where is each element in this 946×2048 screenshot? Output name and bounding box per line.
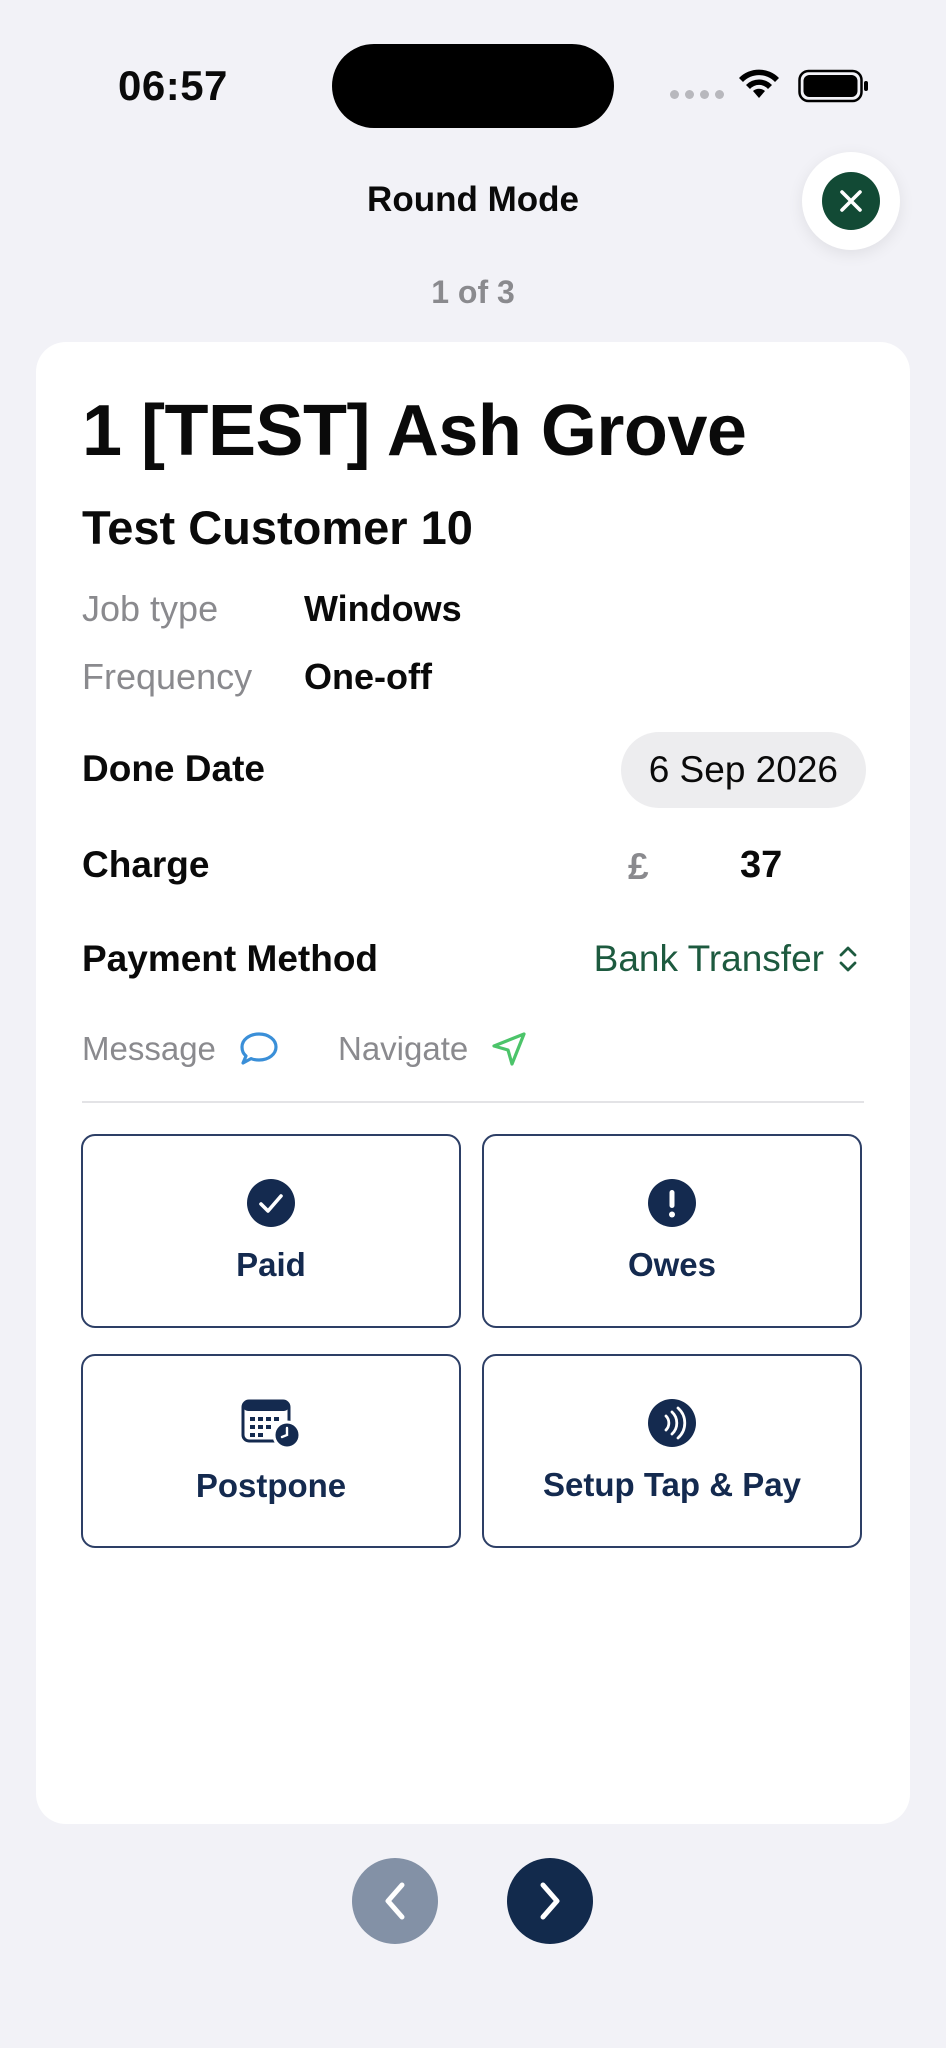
checkmark-circle-icon bbox=[247, 1179, 295, 1227]
contactless-icon bbox=[648, 1399, 696, 1447]
job-type-label: Job type bbox=[82, 588, 219, 629]
job-address: 1 [TEST] Ash Grove bbox=[82, 391, 747, 471]
location-arrow-icon bbox=[492, 1032, 526, 1066]
close-button[interactable] bbox=[802, 152, 900, 250]
divider bbox=[82, 1101, 864, 1103]
battery-icon bbox=[798, 69, 868, 103]
setup-tap-pay-label: Setup Tap & Pay bbox=[543, 1466, 801, 1503]
navigate-link[interactable]: Navigate bbox=[338, 1030, 528, 1068]
owes-label: Owes bbox=[627, 1246, 717, 1283]
chat-bubble-icon bbox=[240, 1032, 278, 1065]
close-icon bbox=[840, 190, 862, 212]
status-time: 06:57 bbox=[118, 62, 228, 109]
message-link[interactable]: Message bbox=[82, 1030, 280, 1068]
dynamic-island bbox=[332, 44, 614, 128]
done-date-label: Done Date bbox=[82, 748, 265, 789]
setup-tap-pay-button[interactable]: Setup Tap & Pay bbox=[482, 1354, 862, 1548]
calendar-clock-icon bbox=[241, 1399, 301, 1449]
charge-input[interactable]: 37 bbox=[740, 844, 782, 887]
done-date-value: 6 Sep 2026 bbox=[648, 749, 838, 790]
wifi-icon bbox=[739, 69, 779, 98]
paid-button[interactable]: Paid bbox=[81, 1134, 461, 1328]
payment-method-value: Bank Transfer bbox=[593, 938, 824, 979]
frequency-label: Frequency bbox=[82, 656, 253, 697]
message-label: Message bbox=[82, 1030, 216, 1067]
chevron-right-icon bbox=[540, 1882, 560, 1920]
navigate-label: Navigate bbox=[338, 1030, 469, 1067]
postpone-button[interactable]: Postpone bbox=[81, 1354, 461, 1548]
next-job-button[interactable] bbox=[507, 1858, 593, 1944]
previous-job-button[interactable] bbox=[352, 1858, 438, 1944]
job-type-value: Windows bbox=[304, 588, 462, 629]
postpone-label: Postpone bbox=[195, 1467, 347, 1504]
exclamation-circle-icon bbox=[648, 1179, 696, 1227]
frequency-value: One-off bbox=[304, 656, 432, 697]
cellular-signal-icon bbox=[670, 90, 724, 99]
chevron-left-icon bbox=[385, 1882, 405, 1920]
progress-indicator: 1 of 3 bbox=[431, 274, 515, 310]
paid-label: Paid bbox=[236, 1246, 306, 1283]
done-date-picker[interactable]: 6 Sep 2026 bbox=[620, 732, 866, 808]
chevron-up-down-icon bbox=[839, 946, 857, 972]
payment-method-select[interactable]: Bank Transfer bbox=[594, 938, 858, 980]
charge-label: Charge bbox=[82, 844, 210, 885]
status-bar: 06:57 bbox=[0, 0, 946, 150]
payment-method-label: Payment Method bbox=[82, 938, 379, 979]
currency-symbol: £ bbox=[628, 846, 649, 887]
customer-name: Test Customer 10 bbox=[82, 501, 473, 554]
owes-button[interactable]: Owes bbox=[482, 1134, 862, 1328]
job-card: 1 [TEST] Ash Grove Test Customer 10 Job … bbox=[36, 342, 910, 1824]
